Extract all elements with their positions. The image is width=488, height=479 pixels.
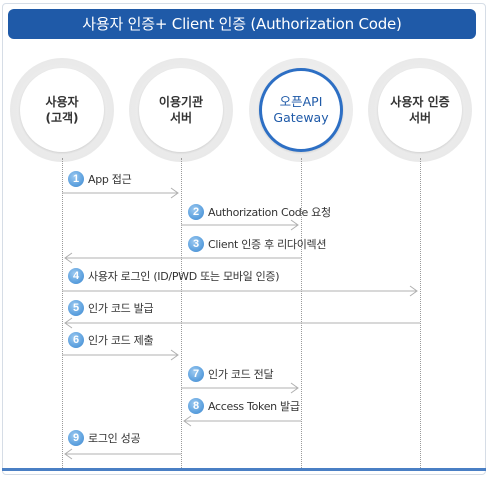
step-4-badge: 4 (68, 268, 84, 284)
step-7-badge: 7 (188, 366, 204, 382)
step-2: 2 Authorization Code 요청 (188, 203, 331, 221)
step-1-badge: 1 (68, 171, 84, 187)
step-9: 9 로그인 성공 (68, 429, 141, 447)
step-2-badge: 2 (188, 204, 204, 220)
step-6-label: 인가 코드 제출 (88, 334, 154, 347)
step-3-badge: 3 (188, 236, 204, 252)
step-4-label: 사용자 로그인 (ID/PWD 또는 모바일 인증) (88, 270, 280, 283)
step-1-label: App 접근 (88, 173, 132, 186)
step-1: 1 App 접근 (68, 170, 132, 188)
step-5-label: 인가 코드 발급 (88, 302, 154, 315)
step-7-label: 인가 코드 전달 (208, 368, 274, 381)
step-8-badge: 8 (188, 398, 204, 414)
step-6: 6 인가 코드 제출 (68, 331, 154, 349)
step-8: 8 Access Token 발급 (188, 397, 300, 415)
step-9-badge: 9 (68, 430, 84, 446)
step-3-label: Client 인증 후 리다이렉션 (208, 238, 327, 251)
bottom-rule (2, 468, 486, 471)
step-2-label: Authorization Code 요청 (208, 206, 331, 219)
step-5: 5 인가 코드 발급 (68, 299, 154, 317)
step-6-badge: 6 (68, 332, 84, 348)
step-3: 3 Client 인증 후 리다이렉션 (188, 235, 327, 253)
step-4: 4 사용자 로그인 (ID/PWD 또는 모바일 인증) (68, 267, 280, 285)
step-7: 7 인가 코드 전달 (188, 365, 274, 383)
step-9-label: 로그인 성공 (88, 432, 141, 445)
step-5-badge: 5 (68, 300, 84, 316)
step-8-label: Access Token 발급 (208, 400, 300, 413)
